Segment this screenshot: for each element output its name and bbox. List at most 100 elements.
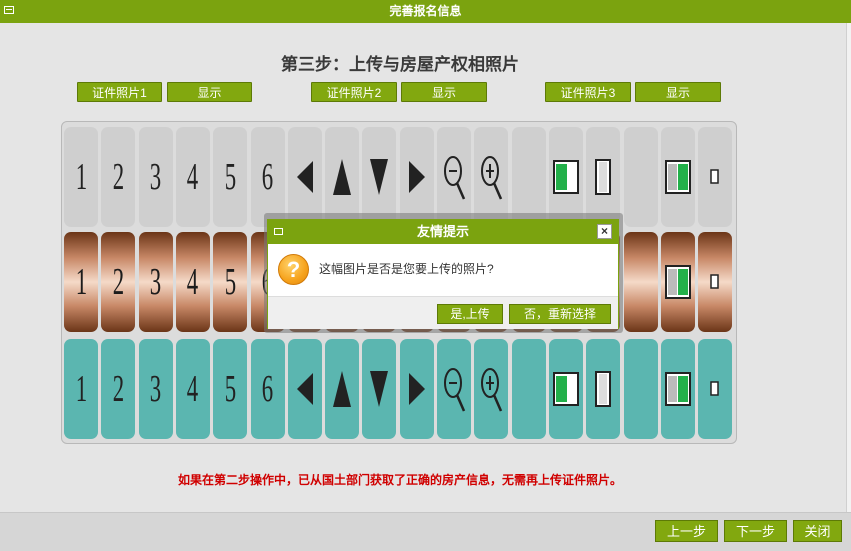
tile-portrait-button[interactable]: [586, 339, 621, 439]
tile-landscape-button[interactable]: [548, 339, 583, 439]
tile-small-size-button[interactable]: [698, 232, 733, 332]
arrow-right-icon: [407, 157, 427, 197]
tile-digit-5[interactable]: 5: [213, 339, 248, 439]
landscape-icon: [552, 160, 579, 194]
zoom-in-icon: [479, 153, 503, 201]
close-button[interactable]: 关闭: [793, 520, 842, 542]
tile-portrait-button[interactable]: [586, 127, 621, 227]
tile-digit-6[interactable]: 6: [250, 127, 285, 227]
show-photo-3-button[interactable]: 显示: [635, 82, 721, 102]
tile-arrow-left-button[interactable]: [287, 127, 322, 227]
tile-arrow-left-button[interactable]: [287, 339, 322, 439]
arrow-down-icon: [368, 157, 390, 197]
tile-digit: 5: [224, 368, 236, 410]
zoom-in-icon: [479, 365, 503, 413]
tile-fit-window-button[interactable]: [660, 232, 695, 332]
notice-text: 如果在第二步操作中，已从国土部门获取了正确的房产信息，无需再上传证件照片。: [177, 473, 622, 487]
tile-digit: 3: [149, 261, 162, 303]
tile-blank: [511, 127, 546, 227]
dialog-close-icon[interactable]: ×: [597, 224, 612, 239]
tile-small-size-button[interactable]: [698, 127, 733, 227]
tile-digit-2[interactable]: 2: [101, 232, 136, 332]
tile-digit: 1: [75, 156, 87, 198]
photo-3-button[interactable]: 证件照片3: [545, 82, 631, 102]
portrait-icon: [595, 159, 612, 195]
tile-small-size-button[interactable]: [698, 339, 733, 439]
arrow-left-icon: [295, 369, 315, 409]
tile-digit: 1: [75, 261, 87, 303]
tile-digit-5[interactable]: 5: [213, 127, 248, 227]
tile-arrow-right-button[interactable]: [399, 339, 434, 439]
tile-fit-window-button[interactable]: [660, 339, 695, 439]
dialog-message: 这幅图片是否是您要上传的照片?: [319, 262, 494, 276]
arrow-left-icon: [295, 157, 315, 197]
tile-digit: 2: [112, 156, 124, 198]
tile-blank: [623, 339, 658, 439]
tile-digit-3[interactable]: 3: [138, 339, 173, 439]
tile-digit-1[interactable]: 1: [64, 127, 98, 227]
tile-digit-1[interactable]: 1: [64, 232, 98, 332]
tile-landscape-button[interactable]: [548, 127, 583, 227]
photo-2-button[interactable]: 证件照片2: [311, 82, 397, 102]
show-photo-1-button[interactable]: 显示: [167, 82, 252, 102]
tile-zoom-out-button[interactable]: [437, 127, 471, 227]
prev-step-button[interactable]: 上一步: [655, 520, 718, 542]
tile-blank: [511, 339, 546, 439]
tile-digit: 4: [187, 368, 199, 410]
portrait-icon: [595, 371, 612, 407]
tile-digit: 3: [149, 368, 162, 410]
tile-zoom-in-button[interactable]: [474, 127, 509, 227]
dialog-footer: 是,上传 否，重新选择: [268, 296, 618, 329]
confirm-upload-button[interactable]: 是,上传: [437, 304, 503, 324]
window-titlebar: 完善报名信息: [0, 0, 851, 23]
tile-digit-6[interactable]: 6: [250, 339, 285, 439]
tile-digit-3[interactable]: 3: [138, 127, 173, 227]
tile-digit-4[interactable]: 4: [175, 127, 210, 227]
tile-arrow-up-button[interactable]: [325, 127, 360, 227]
small-size-icon: [710, 274, 720, 290]
photo-1-button[interactable]: 证件照片1: [77, 82, 162, 102]
question-icon: ?: [278, 254, 309, 285]
tile-digit-5[interactable]: 5: [213, 232, 248, 332]
fit-window-icon: [664, 265, 691, 299]
tile-digit-2[interactable]: 2: [101, 339, 136, 439]
tile-arrow-right-button[interactable]: [399, 127, 434, 227]
tile-blank: [623, 232, 658, 332]
step-title: 第三步：上传与房屋产权相照片: [281, 55, 519, 74]
dialog-window-icon: [274, 228, 283, 235]
tile-digit: 6: [261, 156, 274, 198]
tile-digit-2[interactable]: 2: [101, 127, 136, 227]
tile-digit-4[interactable]: 4: [175, 232, 210, 332]
tile-digit: 6: [261, 368, 274, 410]
tile-arrow-down-button[interactable]: [362, 339, 397, 439]
zoom-out-icon: [442, 365, 466, 413]
tile-digit: 4: [187, 261, 199, 303]
tile-fit-window-button[interactable]: [660, 127, 695, 227]
arrow-right-icon: [407, 369, 427, 409]
tile-digit: 1: [75, 368, 87, 410]
dialog-titlebar: 友情提示 ×: [268, 220, 618, 244]
tile-arrow-down-button[interactable]: [362, 127, 397, 227]
arrow-down-icon: [368, 369, 390, 409]
tile-zoom-out-button[interactable]: [437, 339, 471, 439]
tile-digit-4[interactable]: 4: [175, 339, 210, 439]
zoom-out-icon: [442, 153, 466, 201]
next-step-button[interactable]: 下一步: [724, 520, 787, 542]
tile-digit: 4: [187, 156, 199, 198]
reselect-button[interactable]: 否，重新选择: [509, 304, 611, 324]
tile-zoom-in-button[interactable]: [474, 339, 509, 439]
window-title: 完善报名信息: [389, 4, 462, 18]
dialog-title: 友情提示: [416, 224, 469, 239]
small-size-icon: [710, 381, 720, 397]
tile-digit-1[interactable]: 1: [64, 339, 98, 439]
tile-arrow-up-button[interactable]: [325, 339, 360, 439]
tile-blank: [623, 127, 658, 227]
scrollbar[interactable]: [846, 23, 851, 512]
tile-digit: 5: [224, 261, 236, 303]
confirm-dialog: 友情提示 × ? 这幅图片是否是您要上传的照片? 是,上传 否，重新选择: [267, 219, 619, 329]
show-photo-2-button[interactable]: 显示: [401, 82, 487, 102]
window-icon: [4, 6, 14, 14]
tile-digit: 3: [149, 156, 162, 198]
small-size-icon: [710, 169, 720, 185]
tile-digit-3[interactable]: 3: [138, 232, 173, 332]
